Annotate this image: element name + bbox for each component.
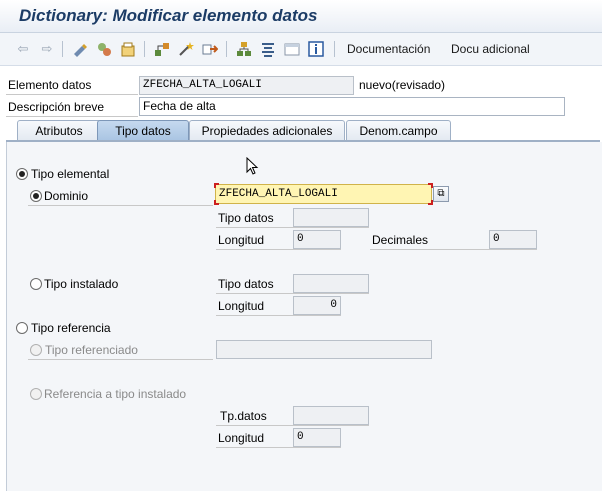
- label-underline: [28, 359, 213, 360]
- navigate-icon[interactable]: [202, 41, 218, 57]
- dominio-field[interactable]: ZFECHA_ALTA_LOGALI: [215, 184, 432, 204]
- dominio-label: Dominio: [44, 189, 89, 203]
- tipo-referenciado-field: [216, 340, 432, 359]
- status-text: nuevo(revisado): [359, 78, 446, 92]
- tpdatos-field: [293, 406, 369, 425]
- longitud-label: Longitud: [218, 299, 265, 313]
- label-underline: [216, 447, 341, 448]
- magic-wand-icon[interactable]: [178, 41, 194, 57]
- documentacion-button[interactable]: Documentación: [347, 42, 430, 56]
- tipo-instalado-label: Tipo instalado: [44, 277, 119, 291]
- tipo-referencia-radio[interactable]: [16, 322, 28, 334]
- docu-adicional-button[interactable]: Docu adicional: [451, 42, 530, 56]
- tipo-datos-field: [293, 208, 369, 227]
- longitud-label: Longitud: [218, 233, 265, 247]
- toolbar-separator: [144, 41, 145, 57]
- label-underline: [6, 94, 138, 95]
- title-bar: Dictionary: Modificar elemento datos: [0, 0, 602, 33]
- layout-icon[interactable]: [284, 41, 300, 57]
- application-toolbar: ⇦ ⇨ Documentación Docu adicional: [0, 33, 602, 66]
- tab-denom-campo[interactable]: Denom.campo: [346, 120, 451, 141]
- tipo-datos-instalado-field: [293, 274, 369, 293]
- display-change-icon[interactable]: [72, 41, 88, 57]
- longitud-referencia-field: 0: [293, 428, 341, 447]
- tab-atributos[interactable]: Atributos: [17, 120, 101, 141]
- activate-icon[interactable]: [120, 41, 136, 57]
- where-used-icon[interactable]: [154, 41, 170, 57]
- referencia-tipo-instalado-radio: [30, 388, 42, 400]
- decimales-field: 0: [489, 230, 537, 249]
- tab-tipo-datos[interactable]: Tipo datos: [97, 120, 189, 141]
- toolbar-separator: [62, 41, 63, 57]
- hierarchy-icon[interactable]: [236, 41, 252, 57]
- tipo-referencia-label: Tipo referencia: [31, 321, 111, 335]
- label-underline: [370, 249, 537, 250]
- mouse-pointer-icon: [246, 157, 259, 175]
- longitud-instalado-field: 0: [293, 296, 341, 315]
- label-underline: [216, 227, 369, 228]
- label-underline: [28, 205, 213, 206]
- tipo-elemental-label: Tipo elemental: [31, 167, 110, 181]
- align-icon[interactable]: [260, 41, 276, 57]
- other-object-icon[interactable]: [96, 41, 112, 57]
- elemento-datos-field: ZFECHA_ALTA_LOGALI: [139, 76, 354, 95]
- tipo-elemental-radio[interactable]: [16, 168, 28, 180]
- tipo-referenciado-radio: [30, 344, 42, 356]
- navigate-object-icon[interactable]: ⧉: [433, 186, 449, 202]
- descripcion-breve-label: Descripción breve: [8, 100, 105, 114]
- elemento-datos-label: Elemento datos: [8, 78, 92, 92]
- descripcion-breve-field[interactable]: Fecha de alta: [139, 97, 565, 116]
- tab-propiedades-adicionales[interactable]: Propiedades adicionales: [189, 120, 345, 141]
- label-underline: [216, 293, 369, 294]
- toolbar-separator: [226, 41, 227, 57]
- toolbar-separator: [334, 41, 335, 57]
- forward-arrow-icon[interactable]: ⇨: [39, 41, 55, 57]
- tipo-instalado-radio[interactable]: [30, 278, 42, 290]
- longitud-label: Longitud: [218, 431, 265, 445]
- dominio-radio[interactable]: [30, 190, 42, 202]
- back-arrow-icon[interactable]: ⇦: [15, 41, 31, 57]
- tab-strip: Atributos Tipo datos Propiedades adicion…: [6, 120, 600, 142]
- decimales-label: Decimales: [372, 233, 429, 247]
- window-title: Dictionary: Modificar elemento datos: [19, 6, 318, 25]
- tpdatos-label: Tp.datos: [220, 409, 267, 423]
- label-underline: [216, 425, 369, 426]
- label-underline: [216, 315, 341, 316]
- tipo-referenciado-label: Tipo referenciado: [45, 343, 138, 357]
- tipo-datos-label: Tipo datos: [218, 211, 274, 225]
- tipo-datos-label: Tipo datos: [218, 277, 274, 291]
- longitud-field: 0: [293, 230, 341, 249]
- focus-corner: [214, 183, 219, 188]
- referencia-tipo-instalado-label: Referencia a tipo instalado: [44, 387, 187, 401]
- info-icon[interactable]: [308, 41, 324, 57]
- label-underline: [216, 249, 341, 250]
- focus-corner: [214, 200, 219, 205]
- label-underline: [6, 116, 138, 117]
